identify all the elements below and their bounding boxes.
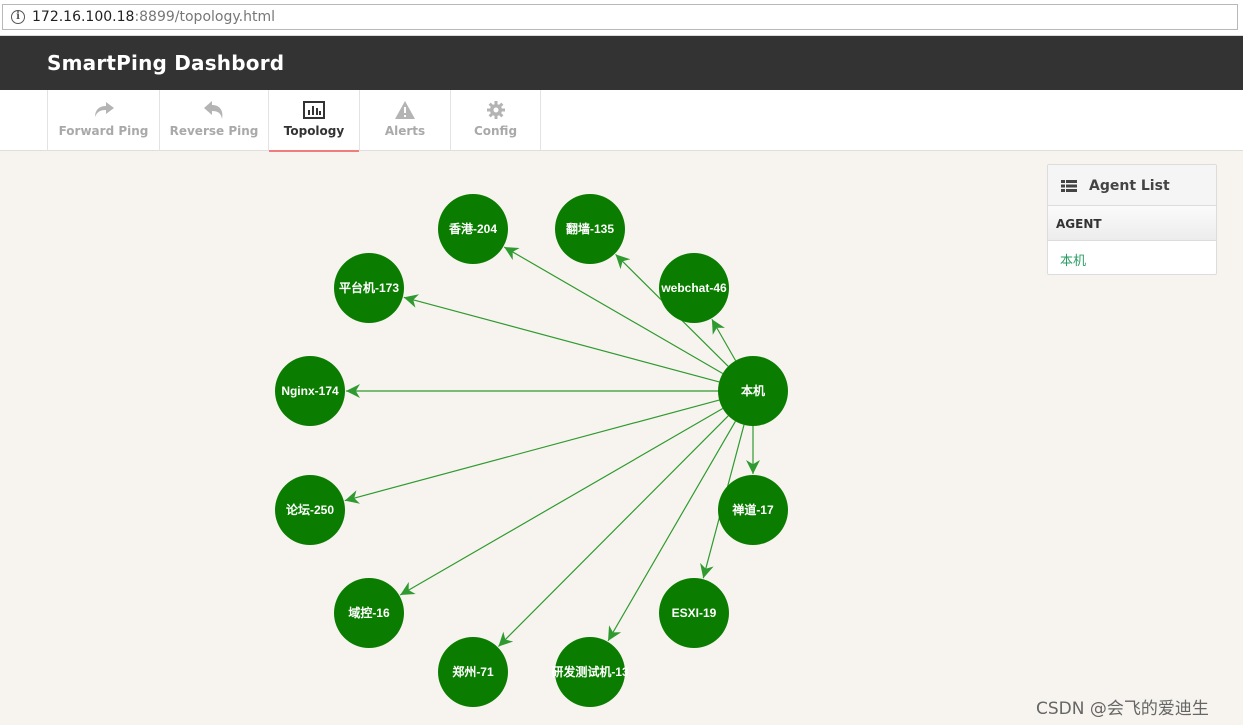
agent-column-header: AGENT <box>1048 206 1216 241</box>
agent-link[interactable]: 本机 <box>1060 250 1086 269</box>
node-label: 域控-16 <box>348 605 390 620</box>
list-icon <box>1061 180 1077 192</box>
tab-alerts[interactable]: Alerts <box>359 90 450 151</box>
node-label: webchat-46 <box>660 281 727 295</box>
node-label: 本机 <box>741 383 765 398</box>
tab-config[interactable]: Config <box>450 90 541 151</box>
gear-icon <box>451 99 540 121</box>
browser-address-bar: i 172.16.100.18:8899/topology.html <box>0 0 1243 36</box>
topology-node[interactable]: 郑州-71 <box>438 637 508 707</box>
tab-label: Forward Ping <box>58 124 149 138</box>
topology-node[interactable]: 翻墙-135 <box>555 194 625 264</box>
node-label: Nginx-174 <box>281 384 339 398</box>
url-host: 172.16.100.18 <box>32 9 135 25</box>
url-text[interactable]: 172.16.100.18:8899/topology.html <box>32 9 275 25</box>
topology-node[interactable]: 平台机-173 <box>334 253 404 323</box>
topology-center-node[interactable]: 本机 <box>718 356 788 426</box>
topology-node[interactable]: 研发测试机-13 <box>551 637 629 707</box>
info-icon[interactable]: i <box>11 10 25 24</box>
node-label: 研发测试机-13 <box>551 664 629 679</box>
topology-node[interactable]: webchat-46 <box>659 253 729 323</box>
table-row[interactable]: 本机 <box>1048 241 1216 274</box>
topology-edge <box>399 407 723 596</box>
tab-label: Alerts <box>384 124 426 138</box>
topology-node[interactable]: ESXI-19 <box>659 578 729 648</box>
topology-node[interactable]: 禅道-17 <box>718 475 788 545</box>
topology-node[interactable]: 香港-204 <box>438 194 508 264</box>
topology-node[interactable]: Nginx-174 <box>275 356 345 426</box>
node-label: 论坛-250 <box>286 502 334 517</box>
forward-arrow-icon <box>48 99 159 121</box>
app-title[interactable]: SmartPing Dashbord <box>47 51 284 75</box>
main-content: 香港-204 翻墙-135 平台机-173 webchat-46 Nginx-174 论坛… <box>0 152 1243 725</box>
reply-arrow-icon <box>160 99 268 121</box>
tab-topology[interactable]: Topology <box>268 90 359 153</box>
column-label: AGENT <box>1056 217 1102 231</box>
node-label: 翻墙-135 <box>566 221 614 236</box>
node-label: 禅道-17 <box>731 502 774 517</box>
topology-node[interactable]: 论坛-250 <box>275 475 345 545</box>
topology-edge <box>344 399 720 504</box>
watermark: CSDN @会飞的爱迪生 <box>1036 699 1209 719</box>
node-label: 郑州-71 <box>452 664 494 679</box>
node-label: 平台机-173 <box>339 280 399 295</box>
node-label: ESXI-19 <box>672 606 717 620</box>
url-field[interactable]: i 172.16.100.18:8899/topology.html <box>2 4 1238 30</box>
tab-label: Topology <box>283 124 345 138</box>
bar-chart-icon <box>269 99 359 121</box>
agent-list-panel: Agent List AGENT 本机 <box>1047 164 1217 275</box>
tab-reverse-ping[interactable]: Reverse Ping <box>159 90 268 151</box>
top-navbar: SmartPing Dashbord <box>0 36 1243 90</box>
tab-label: Config <box>473 124 518 138</box>
agent-list-header: Agent List <box>1048 165 1216 206</box>
tab-bar: Forward Ping Reverse Ping Topology Alert… <box>0 90 1243 153</box>
warning-icon <box>360 99 450 121</box>
agent-list-title: Agent List <box>1089 178 1170 194</box>
topology-node[interactable]: 域控-16 <box>334 578 404 648</box>
url-path: :8899/topology.html <box>134 9 275 25</box>
tab-label: Reverse Ping <box>169 124 259 138</box>
node-label: 香港-204 <box>448 221 497 236</box>
tab-forward-ping[interactable]: Forward Ping <box>47 90 159 151</box>
